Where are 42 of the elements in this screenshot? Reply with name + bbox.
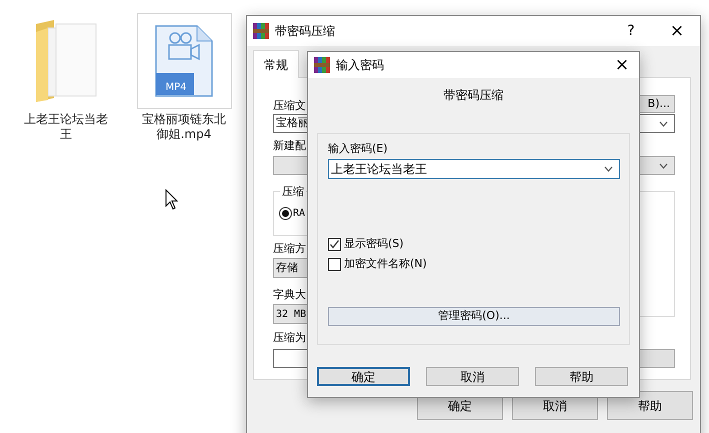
folder-icon <box>34 18 98 104</box>
video-file-icon <box>155 25 213 97</box>
close-button[interactable]: × <box>654 22 700 40</box>
file-type-label: MP4 <box>164 81 188 95</box>
cursor-icon <box>165 189 178 210</box>
check-icon <box>329 239 340 249</box>
tab[interactable]: 常规 <box>253 50 299 78</box>
field-label: 压缩为 <box>273 331 306 345</box>
books-icon <box>314 57 330 73</box>
dialog-button[interactable]: 帮助 <box>607 391 693 420</box>
radio-button[interactable] <box>279 207 292 220</box>
dialog-heading: 带密码压缩 <box>442 88 504 102</box>
radio-label: RA <box>293 207 306 221</box>
checkbox[interactable] <box>328 258 341 270</box>
dialog-button[interactable]: 帮助 <box>535 367 628 386</box>
combo-value: 32 MB <box>276 308 306 322</box>
dialog-button[interactable]: 取消 <box>426 367 519 386</box>
field-label: 字典大 <box>273 288 306 302</box>
window-title: 带密码压缩 <box>275 23 336 40</box>
window-title: 输入密码 <box>336 57 385 74</box>
checkbox[interactable] <box>328 238 341 250</box>
combo-value: 存储 <box>276 260 298 276</box>
field-label: 压缩文 <box>273 99 306 113</box>
chevron-down-icon <box>659 120 668 126</box>
file-name[interactable]: 宝格丽项链东北御姐.mp4 <box>138 112 230 142</box>
help-button[interactable]: ? <box>608 24 654 38</box>
manage-passwords-button[interactable]: 管理密码(O)... <box>328 307 620 326</box>
group-label: 压缩 <box>280 185 306 199</box>
file-name[interactable]: 上老王论坛当老王 <box>20 112 112 142</box>
password-field[interactable]: 上老王论坛当老王 <box>328 159 620 179</box>
checkbox-label: 加密文件名称(N) <box>344 257 427 271</box>
books-icon <box>253 23 269 39</box>
field-label: 压缩方 <box>273 242 306 256</box>
field-label: 输入密码(E) <box>328 142 389 156</box>
field-label: 新建配 <box>273 139 306 153</box>
chevron-down-icon <box>659 162 668 168</box>
checkbox-label: 显示密码(S) <box>344 237 404 251</box>
field-value: 上老王论坛当老王 <box>331 161 427 178</box>
dialog-button[interactable]: 确定 <box>317 367 410 386</box>
icon-highlight[interactable]: MP4 <box>136 13 232 109</box>
chevron-down-icon <box>604 166 613 172</box>
close-button[interactable]: × <box>605 56 639 74</box>
